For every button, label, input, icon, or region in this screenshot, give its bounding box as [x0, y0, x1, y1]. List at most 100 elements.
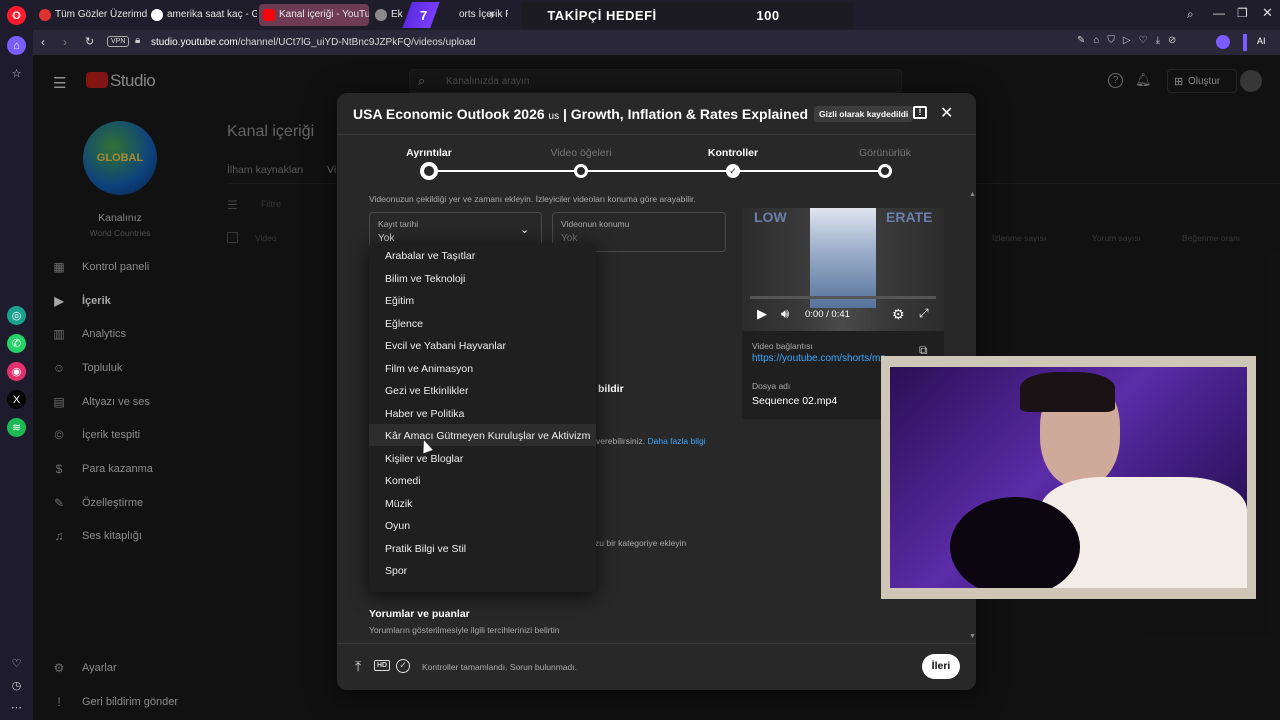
sidebar-accent	[1243, 34, 1247, 51]
next-button[interactable]: İleri	[922, 654, 960, 679]
step-dot-video-elements[interactable]	[574, 164, 588, 178]
category-option[interactable]: Kişiler ve Bloglar	[385, 453, 463, 465]
category-option[interactable]: Haber ve Politika	[385, 408, 464, 420]
back-icon[interactable]: ‹	[41, 35, 45, 49]
video-time: 0:00 / 0:41	[805, 309, 850, 320]
category-option[interactable]: Müzik	[385, 498, 412, 510]
video-settings-icon[interactable]: ⚙	[892, 306, 905, 323]
video-location-label: Videonun konumu	[561, 219, 630, 229]
x-icon[interactable]: X	[7, 390, 26, 409]
header-divider	[337, 134, 976, 135]
close-icon[interactable]: ✕	[940, 103, 953, 123]
category-option[interactable]: Film ve Animasyon	[385, 363, 473, 375]
tab-label: amerika saat kaç - Google	[167, 9, 257, 20]
stepper-line	[429, 170, 884, 172]
new-tab-button[interactable]: +	[488, 7, 496, 22]
category-option[interactable]: Gezi ve Etkinlikler	[385, 385, 468, 397]
thumb-text-left: LOW	[754, 209, 787, 225]
webcam-overlay	[881, 356, 1256, 599]
webcam-feed	[890, 367, 1247, 588]
vpn-badge[interactable]: VPN	[107, 36, 130, 47]
fullscreen-icon[interactable]: ⤢	[919, 306, 929, 321]
address-bar: ‹ › ↻ VPN 🔒︎ studio.youtube.com/channel/…	[33, 30, 1280, 55]
category-option[interactable]: Eğitim	[385, 295, 414, 307]
tab-label: orts İçerik Fik	[459, 9, 508, 20]
category-dropdown: Arabalar ve Taşıtlar Bilim ve Teknoloji …	[369, 243, 596, 592]
us-flag: us	[548, 111, 560, 122]
check-circle-icon: ✓	[396, 659, 410, 673]
category-option[interactable]: Komedi	[385, 475, 421, 487]
tab-music[interactable]: Tüm Gözler Üzerimde	[35, 4, 147, 26]
category-option[interactable]: Spor	[385, 565, 407, 577]
dialog-title: USA Economic Outlook 2026 us | Growth, I…	[353, 106, 808, 122]
progress-track[interactable]	[750, 296, 936, 299]
instagram-icon[interactable]: ◉	[7, 362, 26, 381]
file-name-label: Dosya adı	[752, 381, 791, 391]
forward-icon[interactable]: ›	[63, 35, 67, 49]
maximize-icon[interactable]: ❐	[1237, 6, 1248, 20]
step-dot-details[interactable]	[420, 162, 438, 180]
comments-title: Yorumlar ve puanlar	[369, 608, 470, 620]
step-dot-visibility[interactable]	[878, 164, 892, 178]
learn-more-link[interactable]: Daha fazla bilgi	[648, 436, 706, 446]
whatsapp-icon[interactable]: ✆	[7, 334, 26, 353]
video-link[interactable]: https://youtube.com/shorts/mz	[752, 353, 902, 364]
partial-text: verebilirsiniz.	[596, 436, 646, 446]
profile-icon[interactable]	[1216, 35, 1230, 49]
minimize-icon[interactable]: —	[1213, 6, 1225, 20]
file-name: Sequence 02.mp4	[752, 395, 838, 407]
category-option[interactable]: Kâr Amacı Gütmeyen Kuruluşlar ve Aktiviz…	[385, 430, 590, 442]
url-field[interactable]: studio.youtube.com/channel/UCt7lG_uiYD-N…	[151, 34, 476, 51]
scroll-down-icon[interactable]: ▼	[969, 633, 976, 640]
follower-goal-title: TAKİPÇİ HEDEFİ	[521, 2, 683, 28]
spotify-icon[interactable]: ≋	[7, 418, 26, 437]
step-checks[interactable]: Kontroller	[673, 147, 793, 159]
close-window-icon[interactable]: ✕	[1262, 5, 1273, 21]
opera-logo-icon[interactable]: O	[7, 6, 26, 25]
tab-youtube-studio[interactable]: Kanal içeriği - YouTube St	[259, 4, 369, 26]
category-option[interactable]: Bilim ve Teknoloji	[385, 273, 465, 285]
step-video-elements[interactable]: Video öğeleri	[521, 147, 641, 159]
google-icon	[151, 9, 163, 21]
scroll-up-icon[interactable]: ▲	[969, 191, 976, 198]
more-icon[interactable]: ⋯	[7, 698, 26, 717]
reload-icon[interactable]: ↻	[85, 35, 94, 48]
overlay-number: 7	[420, 8, 428, 23]
category-option[interactable]: Arabalar ve Taşıtlar	[385, 250, 475, 262]
saved-badge: Gizli olarak kaydedildi	[814, 106, 914, 122]
shorts-frame	[810, 208, 876, 308]
youtube-icon	[263, 9, 275, 21]
play-icon[interactable]: ▶	[757, 306, 767, 322]
report-icon[interactable]: !	[913, 106, 927, 119]
tab-shorts[interactable]: orts İçerik Fik	[453, 4, 508, 26]
history-icon[interactable]: ◷	[7, 676, 26, 695]
follower-goal-count: 100	[683, 2, 853, 28]
volume-icon[interactable]: 🔊︎	[781, 306, 789, 322]
category-option[interactable]: Pratik Bilgi ve Stil	[385, 543, 466, 555]
youtube-music-icon	[39, 9, 51, 21]
tab-label: Kanal içeriği - YouTube St	[279, 9, 369, 20]
aria-ai-button[interactable]: AI	[1257, 36, 1266, 46]
tab-google[interactable]: amerika saat kaç - Google	[147, 4, 257, 26]
browser-sidebar: O ⌂ ☆ ◎ ✆ ◉ X ≋ ♡ ◷ ⋯	[0, 0, 33, 720]
title-text: USA Economic Outlook 2026	[353, 106, 549, 122]
overlay-stripe	[398, 2, 458, 28]
category-option[interactable]: Evcil ve Yabani Hayvanlar	[385, 340, 506, 352]
tab-label: Tüm Gözler Üzerimde	[55, 9, 147, 20]
address-tools-icons[interactable]: ✎⌂⛉▷♡⤓⊘	[1077, 35, 1184, 46]
title-text-rest: | Growth, Inflation & Rates Explained	[559, 106, 809, 122]
heart-icon[interactable]: ♡	[7, 654, 26, 673]
step-details[interactable]: Ayrıntılar	[369, 147, 489, 159]
thumb-text-right: ERATE	[886, 209, 933, 225]
bookmarks-icon[interactable]: ☆	[7, 64, 26, 83]
category-hint: zu bir kategoriye ekleyin	[595, 538, 687, 548]
chatgpt-icon[interactable]: ◎	[7, 306, 26, 325]
home-icon[interactable]: ⌂	[7, 36, 26, 55]
search-tabs-icon[interactable]: ⌕	[1187, 7, 1194, 22]
category-option[interactable]: Oyun	[385, 520, 410, 532]
category-option[interactable]: Eğlence	[385, 318, 423, 330]
step-visibility[interactable]: Görünürlük	[825, 147, 945, 159]
video-preview[interactable]: LOW ERATE ▶ 🔊︎ 0:00 / 0:41 ⚙ ⤢	[742, 208, 944, 331]
webcam-shadow	[950, 497, 1080, 588]
step-dot-checks-check-icon[interactable]: ✓	[726, 164, 740, 178]
